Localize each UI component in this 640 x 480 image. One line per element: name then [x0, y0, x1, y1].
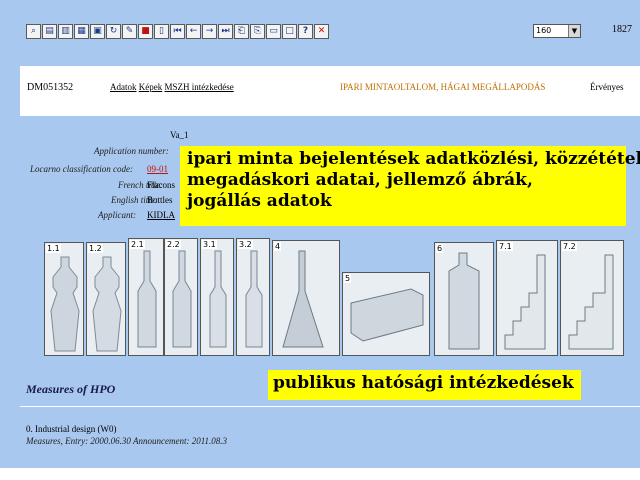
- first-icon[interactable]: ⏮: [170, 24, 185, 39]
- measure-dates: Measures, Entry: 2000.06.30 Announcement…: [26, 436, 228, 446]
- tab-images[interactable]: Képek: [139, 82, 163, 92]
- image-icon[interactable]: ▦: [74, 24, 89, 39]
- zoom-value: 160: [536, 26, 552, 35]
- field-label: Applicant:: [98, 210, 136, 220]
- design-thumbnail[interactable]: 4: [272, 240, 340, 356]
- variant-label: Va_1: [170, 130, 189, 140]
- toolbar: ⌕ ▤ ▥ ▦ ▣ ↻ ✎ ■ ▯ ⏮ ← → ⏭ ⎗ ⎘ ▭ □ ? ✕ 16…: [0, 0, 640, 44]
- design-thumbnail[interactable]: 1.1: [44, 242, 84, 356]
- thumbnail-label: 3.2: [238, 240, 253, 249]
- tab-data[interactable]: Adatok: [110, 82, 137, 92]
- section-title: Measures of HPO: [26, 382, 116, 396]
- thumbnail-label: 2.1: [130, 240, 145, 249]
- bottle-image: [245, 250, 263, 348]
- document-header: DM051352 Adatok Képek MSZH intézkedése I…: [20, 66, 640, 116]
- design-thumbnail[interactable]: 1.2: [86, 242, 126, 356]
- design-thumbnail[interactable]: 5: [342, 272, 430, 356]
- page-icon[interactable]: ▭: [266, 24, 281, 39]
- chevron-down-icon[interactable]: ▼: [568, 25, 580, 37]
- search-icon[interactable]: ⌕: [26, 24, 41, 39]
- field-value: Flacons: [147, 180, 175, 190]
- zoom-select[interactable]: 160 ▼: [533, 24, 581, 38]
- thumbnail-label: 5: [344, 274, 352, 283]
- thumbnail-label: 4: [274, 242, 282, 251]
- help-icon[interactable]: ?: [298, 24, 313, 39]
- thumbnail-label: 1.1: [46, 244, 61, 253]
- export-icon[interactable]: ⎘: [250, 24, 265, 39]
- thumbnail-label: 2.2: [166, 240, 181, 249]
- design-thumbnail[interactable]: 7.1: [496, 240, 558, 356]
- app-window: ⌕ ▤ ▥ ▦ ▣ ↻ ✎ ■ ▯ ⏮ ← → ⏭ ⎗ ⎘ ▭ □ ? ✕ 16…: [0, 0, 640, 468]
- record-count: 1827: [612, 24, 632, 35]
- edit-icon[interactable]: ✎: [122, 24, 137, 39]
- design-thumbnail[interactable]: 3.2: [236, 238, 270, 356]
- field-label: Application number:: [94, 146, 169, 156]
- next-icon[interactable]: →: [202, 24, 217, 39]
- applicant-link[interactable]: KIDLA: [147, 210, 175, 220]
- open-folder-icon[interactable]: ▤: [42, 24, 57, 39]
- print-icon[interactable]: ▥: [58, 24, 73, 39]
- field-value: Bottles: [147, 195, 173, 205]
- design-thumbnail[interactable]: 6: [434, 242, 494, 356]
- design-thumbnail[interactable]: 7.2: [560, 240, 624, 356]
- bottle-image: [92, 256, 122, 352]
- breadcrumb: Adatok Képek MSZH intézkedése: [110, 82, 234, 92]
- design-thumbnail[interactable]: 2.2: [164, 238, 198, 356]
- field-label: Locarno classification code:: [30, 164, 133, 174]
- callout-line: jogállás adatok: [187, 191, 332, 211]
- thumbnail-label: 6: [436, 244, 444, 253]
- floppy-disk-icon[interactable]: ▣: [90, 24, 105, 39]
- bottle-image: [209, 250, 227, 348]
- window-icon[interactable]: □: [282, 24, 297, 39]
- thumbnail-label: 7.2: [562, 242, 577, 251]
- design-thumbnail[interactable]: 3.1: [200, 238, 234, 356]
- previous-icon[interactable]: ←: [186, 24, 201, 39]
- bottle-image: [172, 250, 192, 348]
- measure-item[interactable]: 0. Industrial design (W0): [26, 424, 116, 434]
- last-icon[interactable]: ⏭: [218, 24, 233, 39]
- close-icon[interactable]: ✕: [314, 24, 329, 39]
- design-thumbnail[interactable]: 2.1: [128, 238, 164, 356]
- thumbnail-label: 7.1: [498, 242, 513, 251]
- info-callout: ipari minta bejelentések adatközlési, kö…: [180, 146, 640, 226]
- locarno-code-link[interactable]: 09-01: [147, 164, 168, 174]
- callout-line: megadáskori adatai, jellemző ábrák,: [187, 170, 533, 190]
- document-type: IPARI MINTAOLTALOM, HÁGAI MEGÁLLAPODÁS: [340, 82, 546, 92]
- callout-line: ipari minta bejelentések adatközlési, kö…: [187, 149, 640, 169]
- bottle-image: [504, 254, 546, 350]
- measures-callout: publikus hatósági intézkedések: [268, 370, 581, 400]
- tab-measures[interactable]: MSZH intézkedése: [165, 82, 234, 92]
- toolbar-icons: ⌕ ▤ ▥ ▦ ▣ ↻ ✎ ■ ▯ ⏮ ← → ⏭ ⎗ ⎘ ▭ □ ? ✕: [26, 24, 329, 39]
- refresh-icon[interactable]: ↻: [106, 24, 121, 39]
- lock-icon[interactable]: ■: [138, 24, 153, 39]
- document-id: DM051352: [27, 82, 74, 93]
- copy-icon[interactable]: ⎗: [234, 24, 249, 39]
- bottle-image: [50, 256, 80, 352]
- thumbnail-label: 3.1: [202, 240, 217, 249]
- thumbnail-label: 1.2: [88, 244, 103, 253]
- bottle-image: [448, 252, 480, 350]
- bottle-image: [568, 254, 614, 350]
- bottle-image: [282, 250, 324, 348]
- bottle-image: [350, 288, 424, 342]
- status-badge: Érvényes: [590, 82, 624, 92]
- document-icon[interactable]: ▯: [154, 24, 169, 39]
- divider: [20, 406, 640, 407]
- bottle-image: [137, 250, 157, 348]
